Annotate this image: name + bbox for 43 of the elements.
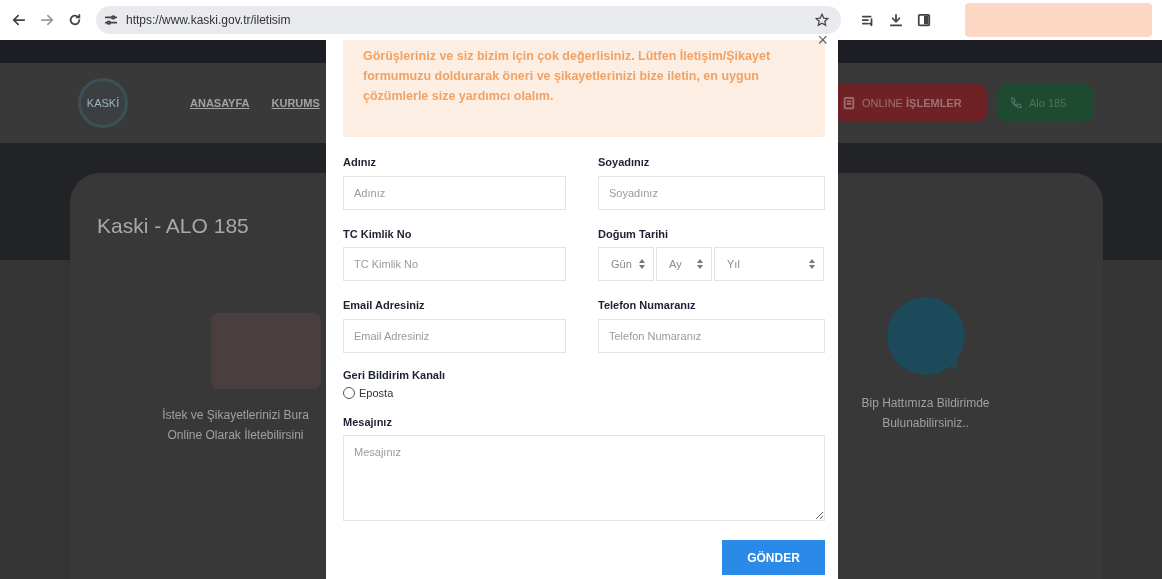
date-select[interactable]: Gün	[598, 247, 654, 281]
back-icon[interactable]	[12, 13, 26, 27]
input-field[interactable]: TC Kimlik No	[343, 247, 566, 281]
address-bar[interactable]: https://www.kaski.gov.tr/iletisim	[96, 6, 841, 34]
input-field[interactable]: Adınız	[343, 175, 566, 210]
field-label: Doğum Tarihi	[598, 226, 670, 242]
forward-icon[interactable]	[40, 13, 54, 27]
message-field[interactable]: Mesajınız	[343, 435, 825, 521]
date-select[interactable]: Ay	[656, 247, 712, 281]
up-down-arrow-icon	[697, 259, 703, 269]
card-description: Bip Hattımıza Bildirimde Bulunabilirsiniz..	[861, 395, 990, 432]
radio-label: Eposta	[359, 386, 394, 401]
document-icon	[842, 96, 856, 110]
card-description: İstek ve Şikayetlerinizi Bura Online Olarak İletebilirsini	[162, 407, 309, 445]
field-label: Email Adresiniz	[343, 298, 426, 313]
submit-button[interactable]: GÖNDER	[722, 540, 825, 575]
field-label: Telefon Numaranız	[598, 298, 697, 313]
site-settings-icon[interactable]	[104, 13, 118, 27]
input-field[interactable]: Telefon Numaranız	[598, 318, 825, 353]
up-down-arrow-icon	[809, 259, 815, 269]
phone-icon	[1009, 96, 1023, 110]
up-down-arrow-icon	[639, 259, 645, 269]
download-icon[interactable]	[889, 13, 903, 27]
field-label: Mesajınız	[343, 414, 393, 430]
field-label: Adınız	[343, 155, 377, 170]
star-icon[interactable]	[815, 13, 829, 27]
field-label: TC Kimlik No	[343, 226, 413, 242]
nav-link[interactable]: KURUMS	[271, 94, 320, 112]
input-field[interactable]: Email Adresiniz	[343, 318, 566, 353]
field-label: Geri Bildirim Kanalı	[343, 367, 447, 383]
url-text: https://www.kaski.gov.tr/iletisim	[126, 12, 292, 29]
date-select[interactable]: Yıl	[714, 247, 824, 281]
nav-link[interactable]: ANASAYFA	[190, 94, 250, 112]
field-label: Soyadınız	[598, 155, 651, 170]
intro-message: Görüşleriniz ve siz bizim için çok değerlisiniz. Lütfen İletişim/Şikayet formumuzu doldurarak öneri ve şikayetlerinizi bize iletin, en uygun çözümlerle size yardımcı olalım.	[363, 48, 772, 105]
site-logo[interactable]: KASKİ	[78, 78, 128, 128]
page-title: Kaski - ALO 185	[97, 213, 250, 239]
close-button[interactable]: ×	[817, 31, 828, 49]
chat-bubble-icon	[884, 295, 967, 377]
reload-icon[interactable]	[68, 13, 82, 27]
input-field[interactable]: Soyadınız	[598, 175, 825, 210]
reading-list-icon[interactable]	[861, 13, 875, 27]
side-panel-icon[interactable]	[917, 13, 931, 27]
